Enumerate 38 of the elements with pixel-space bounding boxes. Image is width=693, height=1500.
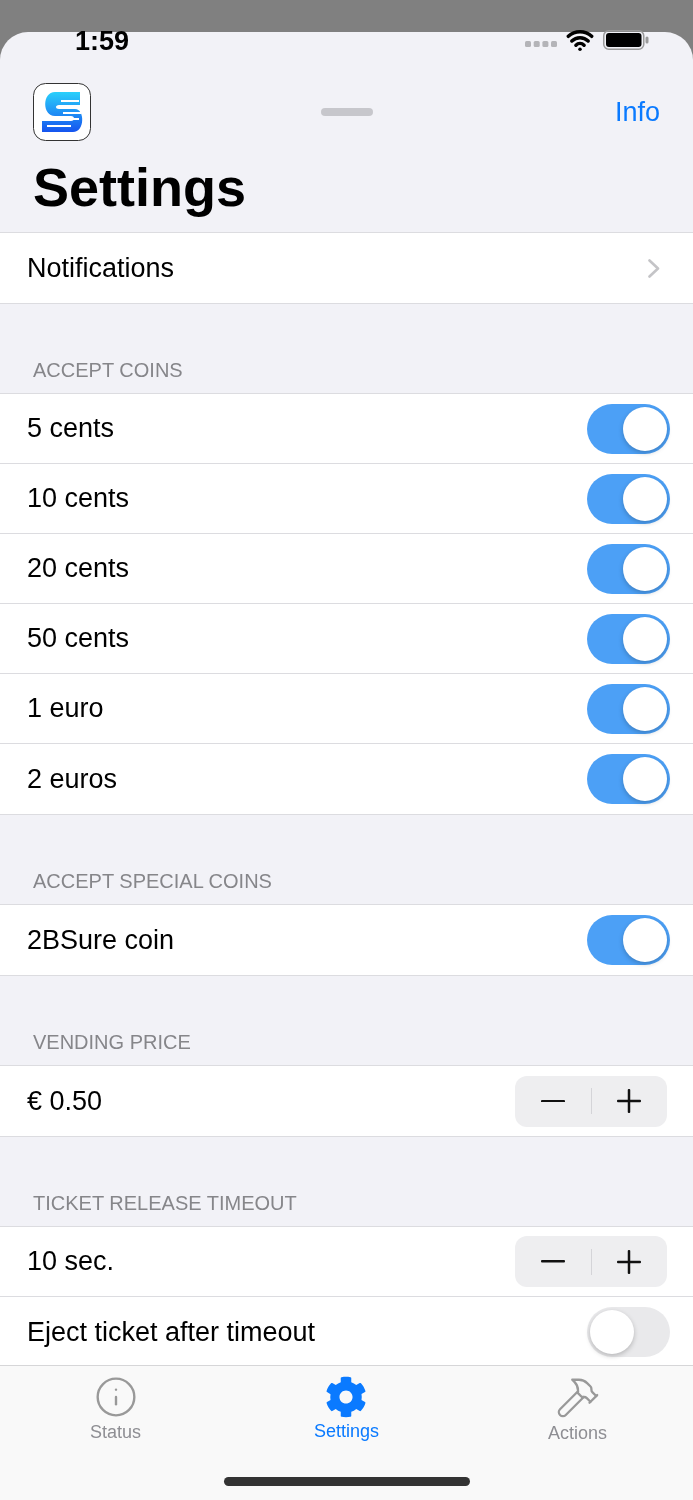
toggle-switch[interactable] xyxy=(587,543,670,594)
minus-icon xyxy=(540,1099,565,1103)
row-label: 2BSure coin xyxy=(27,923,175,957)
minus-icon xyxy=(540,1260,565,1263)
row-label: 50 cents xyxy=(27,622,130,656)
chevron-right-icon xyxy=(648,258,660,278)
app-icon xyxy=(33,83,91,141)
toggle-switch[interactable] xyxy=(587,613,670,664)
tab-bar-item[interactable]: Actions xyxy=(544,1374,611,1444)
page-title: Settings xyxy=(33,158,247,216)
row-label: 20 cents xyxy=(27,552,130,586)
row-label: 10 sec. xyxy=(27,1245,115,1279)
settings-icon xyxy=(325,1376,368,1418)
toggle-switch[interactable] xyxy=(587,473,670,524)
section-header: ACCEPT COINS xyxy=(33,358,183,382)
tab-bar-item[interactable]: Settings xyxy=(309,1374,383,1444)
settings-link-row[interactable]: Notifications xyxy=(0,233,693,303)
toggle-switch[interactable] xyxy=(587,915,670,965)
row-label: 2 euros xyxy=(27,762,118,796)
row-label: 10 cents xyxy=(27,482,130,516)
toggle-switch[interactable] xyxy=(587,683,670,734)
tab-bar-item[interactable]: Status xyxy=(86,1374,145,1444)
toggle-switch[interactable] xyxy=(587,754,670,804)
status-time: 1:59 xyxy=(75,27,130,55)
section-header: ACCEPT SPECIAL COINS xyxy=(33,869,272,893)
signal-icon xyxy=(525,41,557,47)
info-button[interactable]: Info xyxy=(614,98,660,126)
row-label: 5 cents xyxy=(27,412,115,446)
battery-icon xyxy=(603,30,649,50)
section-header: TICKET RELEASE TIMEOUT xyxy=(33,1191,297,1215)
row-label: € 0.50 xyxy=(27,1084,103,1118)
toggle-switch[interactable] xyxy=(587,403,670,454)
plus-icon xyxy=(617,1089,642,1113)
toggle-switch[interactable] xyxy=(587,1307,670,1357)
section-header: VENDING PRICE xyxy=(33,1030,191,1054)
plus-icon xyxy=(617,1249,642,1274)
row-label: Eject ticket after timeout xyxy=(27,1315,316,1349)
row-label: 1 euro xyxy=(27,692,104,726)
